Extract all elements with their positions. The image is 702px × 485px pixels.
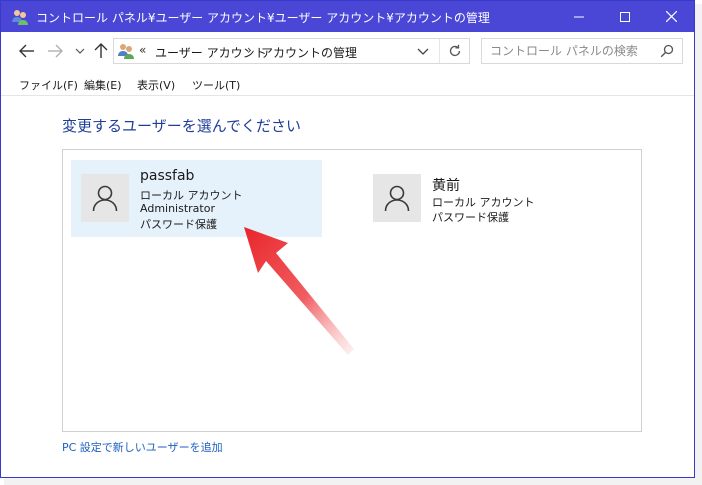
users-icon	[118, 44, 134, 59]
close-icon	[665, 11, 677, 22]
maximize-button[interactable]	[602, 1, 648, 32]
user-icon	[92, 185, 118, 212]
password-status: パスワード保護	[432, 211, 509, 224]
overflow-chevron[interactable]: «	[139, 43, 146, 57]
arrow-left-icon	[19, 44, 34, 58]
title-bar: コントロール パネル¥ユーザー アカウント¥ユーザー アカウント¥アカウントの管…	[1, 1, 694, 32]
page-title: 変更するユーザーを選んでください	[62, 117, 301, 135]
user-icon	[384, 185, 410, 212]
password-status: パスワード保護	[140, 218, 217, 231]
up-button[interactable]	[91, 41, 111, 61]
arrow-up-icon	[94, 43, 108, 58]
user-tile-kimae[interactable]: 黄前 ローカル アカウント パスワード保護	[363, 160, 623, 237]
add-user-link[interactable]: PC 設定で新しいユーザーを追加	[62, 439, 223, 455]
avatar	[373, 174, 421, 222]
account-type: ローカル アカウント	[432, 196, 535, 209]
breadcrumb-separator[interactable]: ›	[247, 43, 252, 57]
close-button[interactable]	[648, 1, 694, 32]
address-bar[interactable]: « ユーザー アカウント › アカウントの管理	[113, 38, 470, 64]
control-panel-window: コントロール パネル¥ユーザー アカウント¥ユーザー アカウント¥アカウントの管…	[0, 0, 695, 478]
menu-bar: ファイル(F) 編集(E) 表示(V) ツール(T)	[1, 72, 694, 96]
search-box[interactable]	[481, 38, 683, 64]
account-type: ローカル アカウント	[140, 189, 243, 202]
recent-locations-button[interactable]	[70, 41, 90, 61]
menu-tools[interactable]: ツール(T)	[192, 77, 240, 93]
account-role: Administrator	[140, 202, 215, 215]
breadcrumb-manage-accounts[interactable]: アカウントの管理	[261, 44, 357, 61]
arrow-right-icon	[48, 44, 63, 58]
refresh-button[interactable]	[439, 39, 469, 63]
search-icon[interactable]	[660, 44, 674, 58]
chevron-down-icon[interactable]	[416, 45, 430, 59]
navigation-bar: « ユーザー アカウント › アカウントの管理	[1, 32, 694, 72]
menu-edit[interactable]: 編集(E)	[84, 77, 122, 93]
avatar	[81, 174, 129, 222]
forward-button[interactable]	[45, 41, 65, 61]
back-button[interactable]	[17, 41, 37, 61]
users-icon	[12, 10, 28, 25]
maximize-icon	[620, 11, 630, 22]
search-input[interactable]	[482, 39, 652, 63]
window-title: コントロール パネル¥ユーザー アカウント¥ユーザー アカウント¥アカウントの管…	[36, 11, 490, 25]
user-list: passfab ローカル アカウント Administrator パスワード保護…	[62, 149, 642, 432]
minimize-icon	[574, 16, 584, 17]
user-name: 黄前	[432, 178, 460, 194]
user-name: passfab	[140, 168, 195, 184]
minimize-button[interactable]	[556, 1, 602, 32]
user-tile-passfab[interactable]: passfab ローカル アカウント Administrator パスワード保護	[71, 160, 322, 237]
menu-file[interactable]: ファイル(F)	[19, 77, 78, 93]
refresh-icon	[449, 44, 460, 57]
menu-view[interactable]: 表示(V)	[137, 77, 175, 93]
chevron-down-icon	[75, 48, 85, 54]
